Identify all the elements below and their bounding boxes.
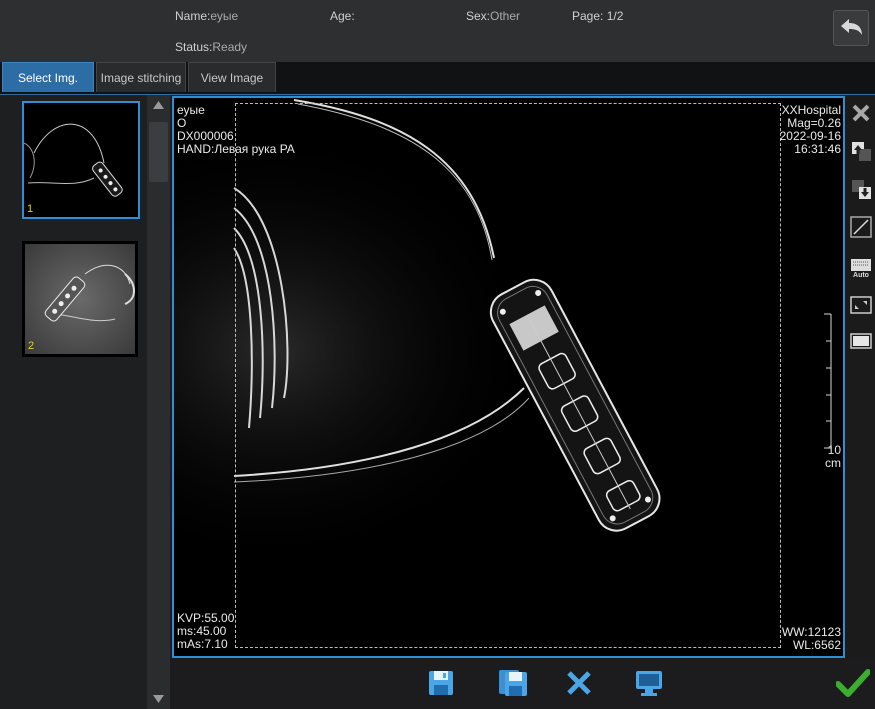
rectangle-icon bbox=[850, 333, 872, 349]
overlay-bottom-right: WW:12123 WL:6562 bbox=[782, 626, 841, 652]
thumbnail-1-image bbox=[23, 103, 138, 217]
overlay-time: 16:31:46 bbox=[794, 142, 841, 156]
tab-select-image[interactable]: Select Img. bbox=[2, 62, 94, 92]
scale-label: 10 cm bbox=[825, 444, 841, 470]
auto-window-label: Auto bbox=[853, 272, 869, 279]
status-text: Status:Ready bbox=[175, 40, 248, 54]
delete-button[interactable] bbox=[562, 666, 596, 700]
overlay-top-left: еуые O DX000006 HAND:Левая рука PA bbox=[177, 104, 295, 156]
overlay-body-part: HAND:Левая рука PA bbox=[177, 142, 295, 156]
thumbnail-1[interactable]: 1 bbox=[22, 101, 140, 219]
crop-region[interactable] bbox=[235, 103, 781, 648]
curve-button[interactable] bbox=[850, 216, 872, 238]
patient-name: Name:еуые bbox=[175, 9, 239, 23]
scroll-down-icon[interactable] bbox=[153, 695, 164, 703]
resize-icon bbox=[850, 296, 872, 314]
display-button[interactable] bbox=[632, 666, 666, 700]
move-down-button[interactable] bbox=[850, 178, 872, 200]
patient-sex: Sex:Other bbox=[466, 9, 521, 23]
move-up-icon bbox=[852, 142, 871, 161]
move-down-icon bbox=[852, 180, 871, 199]
save-all-icon bbox=[499, 670, 527, 696]
auto-window-icon bbox=[851, 259, 871, 271]
curve-icon bbox=[850, 216, 872, 238]
scale-unit: cm bbox=[825, 456, 841, 470]
overlay-wl: WL:6562 bbox=[792, 638, 841, 652]
thumbnail-2[interactable]: 2 bbox=[22, 241, 138, 357]
rectangle-button[interactable] bbox=[850, 330, 872, 352]
close-image-button[interactable] bbox=[850, 102, 872, 124]
save-all-button[interactable] bbox=[496, 666, 530, 700]
bottom-toolbar bbox=[170, 658, 875, 709]
undo-icon bbox=[841, 19, 862, 35]
overlay-bottom-left: KVP:55.00 ms:45.00 mAs:7.10 bbox=[177, 612, 234, 651]
tab-bar: Select Img. Image stitching View Image bbox=[0, 62, 875, 95]
undo-button[interactable] bbox=[833, 10, 869, 46]
thumbnail-scrollbar[interactable] bbox=[147, 95, 170, 709]
overlay-mas: mAs:7.10 bbox=[177, 637, 228, 651]
page-indicator: Page: 1/2 bbox=[572, 9, 624, 23]
save-icon bbox=[429, 671, 453, 695]
overlay-patient-name: еуые bbox=[177, 103, 205, 117]
tab-view-image[interactable]: View Image bbox=[188, 62, 276, 92]
scroll-up-icon[interactable] bbox=[153, 101, 164, 109]
resize-button[interactable] bbox=[850, 294, 872, 316]
auto-window-button[interactable]: Auto bbox=[850, 254, 872, 284]
thumbnail-1-number: 1 bbox=[27, 203, 34, 215]
image-viewer[interactable]: еуые O DX000006 HAND:Левая рука PA XXHos… bbox=[172, 96, 845, 658]
tab-image-stitching[interactable]: Image stitching bbox=[96, 62, 186, 92]
checkmark-icon bbox=[836, 669, 870, 697]
header-bar: Name:еуые Age: Sex:Other Page: 1/2 Statu… bbox=[0, 0, 875, 62]
close-icon bbox=[852, 104, 870, 122]
overlay-top-right: XXHospital Mag=0.26 2022-09-16 16:31:46 bbox=[780, 104, 841, 156]
thumbnail-2-image bbox=[25, 244, 135, 354]
confirm-button[interactable] bbox=[836, 666, 870, 700]
delete-icon bbox=[567, 671, 591, 695]
patient-age: Age: bbox=[330, 9, 355, 23]
scroll-thumb[interactable] bbox=[149, 122, 168, 182]
monitor-icon bbox=[636, 671, 662, 696]
thumbnail-panel: 1 2 bbox=[0, 95, 170, 709]
thumbnail-2-number: 2 bbox=[28, 340, 35, 352]
save-button[interactable] bbox=[424, 666, 458, 700]
move-up-button[interactable] bbox=[850, 140, 872, 162]
right-toolbar: Auto bbox=[845, 96, 875, 658]
